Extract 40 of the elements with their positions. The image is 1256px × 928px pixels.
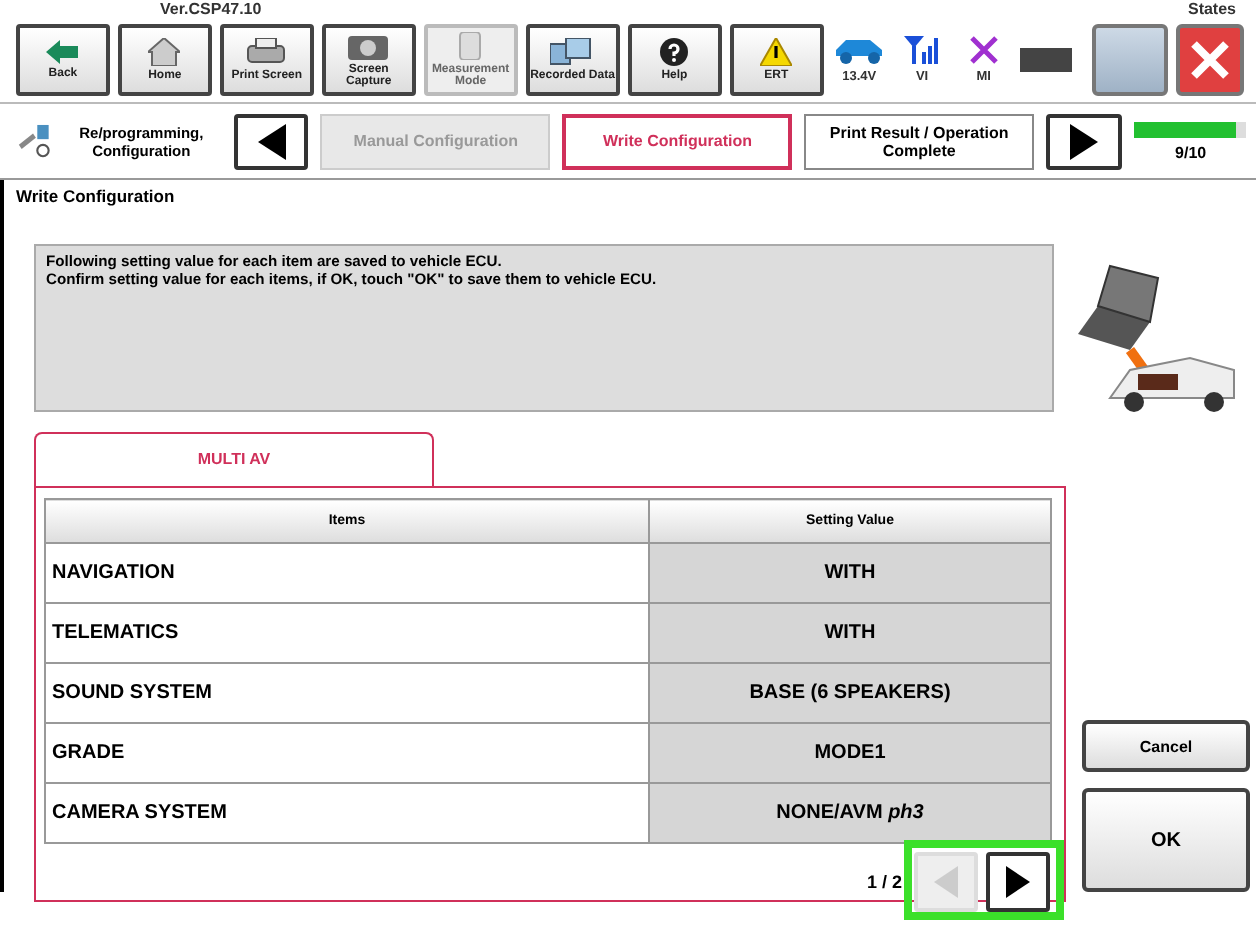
table-cell: NAVIGATION — [45, 543, 649, 603]
camera-icon — [348, 32, 389, 60]
blank-button[interactable] — [1092, 24, 1168, 96]
back-arrow-icon — [46, 40, 79, 64]
close-icon — [1189, 40, 1230, 80]
table-cell: TELEMATICS — [45, 603, 649, 663]
left-triangle-icon — [934, 866, 958, 898]
printer-icon — [246, 38, 287, 66]
page-next-button[interactable] — [986, 852, 1050, 912]
folders-icon — [550, 38, 595, 66]
cross-icon — [969, 36, 998, 64]
tab[interactable]: MULTI AV — [34, 432, 434, 488]
signal-icon — [904, 36, 941, 64]
progress-reading: 9/10 — [1175, 143, 1207, 161]
next-button[interactable] — [1046, 113, 1122, 169]
right-triangle-icon — [1069, 123, 1098, 159]
page-title: Write Configuration — [0, 180, 1256, 216]
table-cell: WITH — [649, 543, 1051, 603]
left-triangle-icon — [257, 123, 286, 159]
cancel-button[interactable]: Cancel — [1082, 720, 1250, 773]
warning-icon — [760, 38, 793, 66]
car-icon — [831, 36, 888, 64]
version-label: Ver.CSP47.10 — [160, 0, 262, 18]
table-cell: SOUND SYSTEM — [45, 663, 649, 723]
help-icon — [660, 38, 689, 66]
table-cell: CAMERA SYSTEM — [45, 783, 649, 843]
states-label: States — [1187, 0, 1236, 18]
ok-button[interactable]: OK — [1082, 788, 1250, 892]
page-indicator: 1 / 2 — [866, 872, 902, 892]
right-triangle-icon — [1006, 866, 1030, 898]
table-cell: BASE (6 SPEAKERS) — [649, 663, 1051, 723]
house-icon — [148, 38, 181, 66]
previous-button[interactable] — [233, 113, 309, 169]
table-cell: GRADE — [45, 723, 649, 783]
table-cell: NONE/AVM ph3 — [649, 783, 1051, 843]
table-cell: MODE1 — [649, 723, 1051, 783]
close-button[interactable] — [1175, 24, 1245, 96]
table-cell: WITH — [649, 603, 1051, 663]
step-tab[interactable]: Write Configuration — [562, 113, 793, 169]
step-tab[interactable]: Print Result / Operation Complete — [804, 113, 1034, 169]
